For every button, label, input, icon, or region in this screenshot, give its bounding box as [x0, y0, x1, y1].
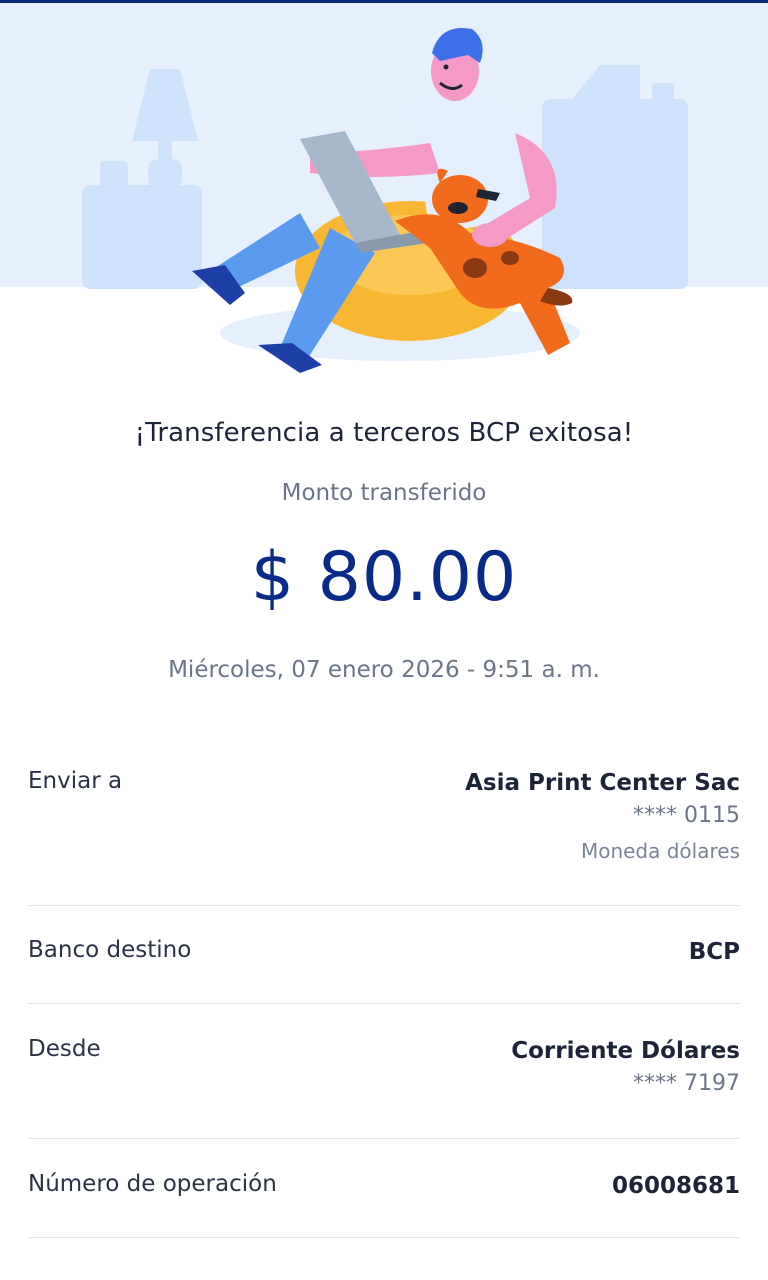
- amount-label: Monto transferido: [281, 480, 487, 506]
- source-account-number: **** 7197: [633, 1071, 740, 1096]
- bank-values: BCP: [689, 937, 740, 967]
- divider: [28, 1237, 740, 1238]
- operation-values: 06008681: [612, 1171, 740, 1201]
- transferred-amount: $ 80.00: [250, 538, 518, 617]
- send-to-values: Asia Print Center Sac **** 0115 Moneda d…: [465, 768, 740, 868]
- divider: [28, 1138, 740, 1139]
- bank-name: BCP: [688, 939, 740, 965]
- success-illustration-svg: [0, 3, 768, 373]
- from-values: Corriente Dólares **** 7197: [511, 1036, 740, 1102]
- success-title: ¡Transferencia a terceros BCP exitosa!: [134, 418, 634, 448]
- send-to-label: Enviar a: [28, 768, 123, 794]
- transfer-datetime: Miércoles, 07 enero 2026 - 9:51 a. m.: [168, 657, 600, 683]
- operation-label: Número de operación: [28, 1171, 277, 1197]
- divider: [28, 1003, 740, 1004]
- from-label: Desde: [28, 1036, 101, 1062]
- source-account-type: Corriente Dólares: [511, 1038, 740, 1064]
- recipient-name: Asia Print Center Sac: [465, 770, 740, 796]
- success-illustration: [0, 3, 768, 383]
- transfer-receipt-screen: ¡Transferencia a terceros BCP exitosa! M…: [0, 0, 768, 1280]
- divider: [28, 905, 740, 906]
- recipient-account: **** 0115: [633, 803, 740, 828]
- recipient-currency: Moneda dólares: [580, 839, 740, 863]
- operation-number: 06008681: [611, 1173, 740, 1199]
- bank-label: Banco destino: [28, 937, 192, 963]
